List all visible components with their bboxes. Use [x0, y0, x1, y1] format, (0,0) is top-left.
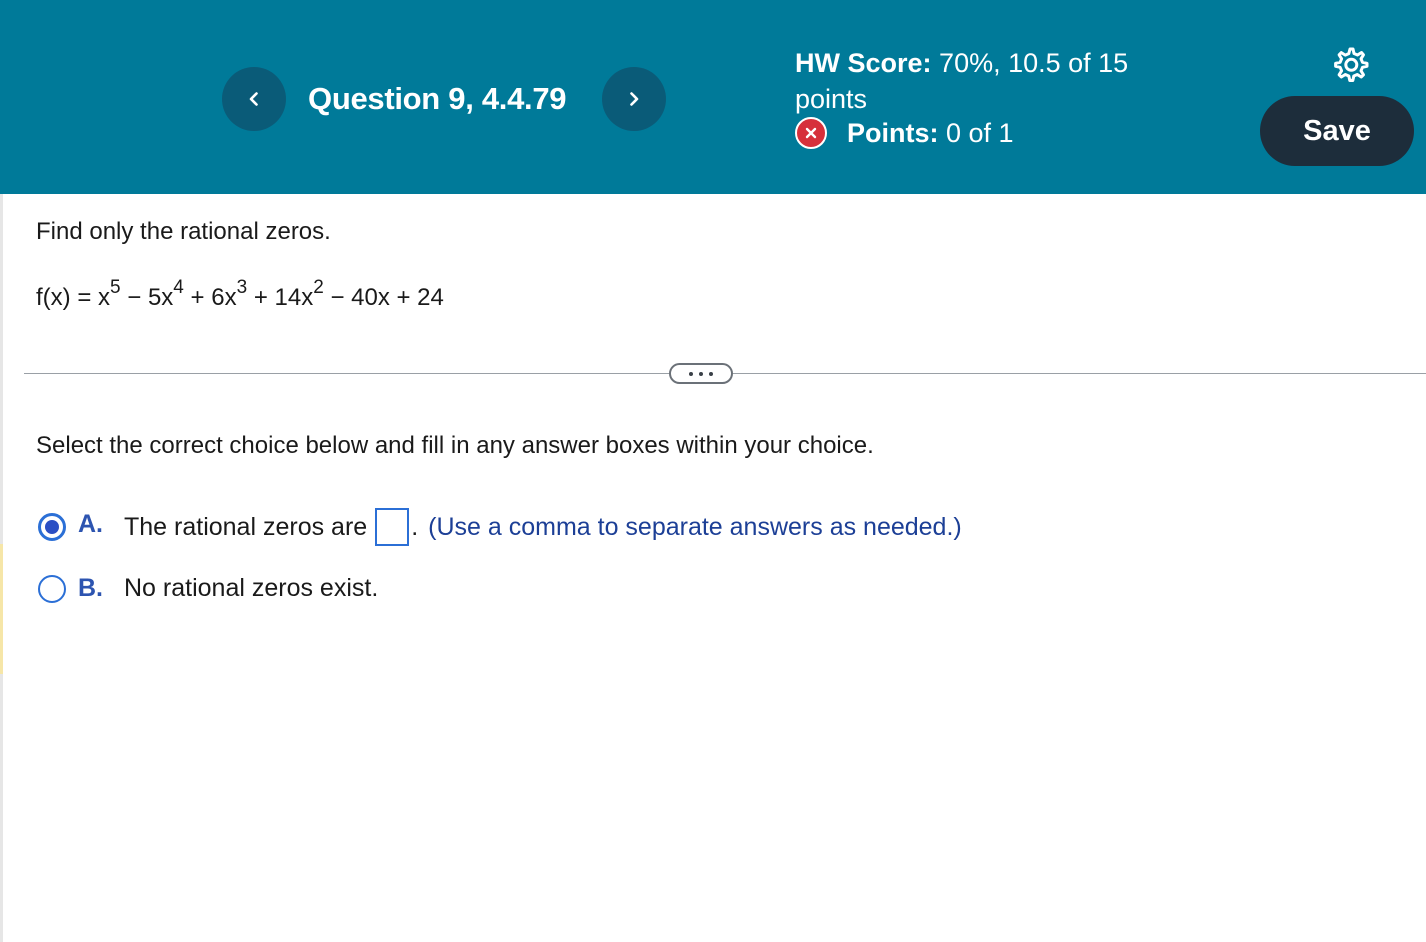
choice-b-radio[interactable] [38, 574, 66, 603]
eq-term: f(x) = x [36, 284, 111, 311]
choice-a-radio[interactable] [38, 513, 66, 541]
incorrect-x-icon [795, 117, 827, 149]
eq-exponent: 3 [236, 277, 248, 298]
eq-term: − 40x + 24 [323, 284, 444, 311]
chevron-right-icon [630, 92, 639, 106]
gear-icon[interactable] [1331, 45, 1369, 83]
hw-score-unit: points [795, 84, 868, 114]
choice-a-letter: A. [78, 509, 103, 538]
points-label: Points: [847, 117, 939, 148]
chevron-left-icon [249, 92, 258, 106]
hw-score: HW Score: 70%, 10.5 of 15 points [795, 45, 1195, 117]
polynomial-equation: f(x) = x5 − 5x4 + 6x3 + 14x2 − 40x + 24 [36, 278, 444, 312]
points-value: 0 of 1 [946, 117, 1014, 148]
choice-a-hint: (Use a comma to separate answers as need… [428, 512, 962, 541]
choice-b[interactable]: B. No rational zeros exist. [38, 574, 378, 603]
choice-b-letter: B. [78, 574, 103, 602]
save-button[interactable]: Save [1260, 96, 1414, 166]
eq-term: + 14x [247, 284, 314, 311]
choice-a-period: . [411, 512, 419, 541]
eq-term: − 5x [120, 284, 174, 311]
header-bar: Question 9, 4.4.79 HW Score: 70%, 10.5 o… [0, 0, 1426, 194]
eq-term: + 6x [183, 284, 237, 311]
question-title: Question 9, 4.4.79 [308, 81, 567, 116]
hw-score-label: HW Score: [795, 48, 932, 78]
ellipsis-icon[interactable] [669, 363, 733, 384]
points-status: Points: 0 of 1 [795, 117, 1014, 149]
question-instruction: Find only the rational zeros. [36, 218, 331, 245]
eq-exponent: 4 [173, 277, 184, 298]
eq-exponent: 2 [313, 277, 324, 298]
answer-prompt: Select the correct choice below and fill… [36, 432, 874, 459]
choice-b-text: No rational zeros exist. [124, 574, 379, 602]
rational-zeros-input[interactable] [375, 508, 410, 546]
choice-a-text: The rational zeros are [124, 512, 368, 541]
choice-a[interactable]: A. The rational zeros are . (Use a comma… [38, 508, 962, 546]
left-edge-highlight [0, 544, 3, 674]
next-question-button[interactable] [602, 67, 666, 131]
hw-score-value: 70%, 10.5 of 15 [939, 48, 1129, 78]
eq-exponent: 5 [110, 277, 121, 298]
previous-question-button[interactable] [222, 67, 286, 131]
